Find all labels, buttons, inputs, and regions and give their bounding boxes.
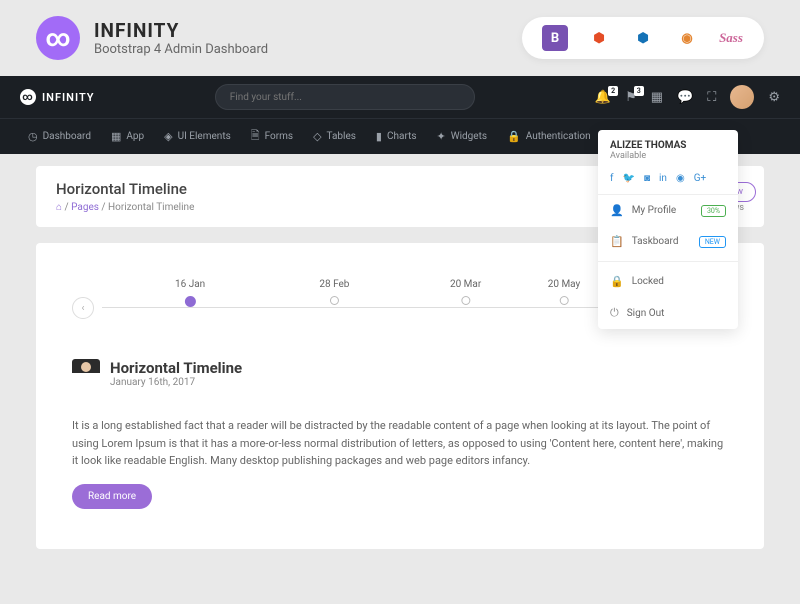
banner-subtitle: Bootstrap 4 Admin Dashboard <box>94 42 268 57</box>
twitter-icon[interactable]: 🐦 <box>622 173 634 184</box>
instagram-icon[interactable]: ◙ <box>644 173 650 184</box>
grid-icon[interactable]: ▦ <box>651 90 663 105</box>
tech-pills: B ⬢ ⬢ ◉ Sass <box>522 17 764 59</box>
sass-icon: Sass <box>718 25 744 51</box>
lock-icon: 🔒 <box>610 275 624 288</box>
event-title: Horizontal Timeline <box>110 359 242 377</box>
grunt-icon: ◉ <box>674 25 700 51</box>
app-icon: ▦ <box>111 130 121 143</box>
read-more-button[interactable]: Read more <box>72 484 152 509</box>
banner-title: INFINITY <box>94 19 268 42</box>
top-banner: ∞ INFINITY Bootstrap 4 Admin Dashboard B… <box>0 0 800 76</box>
timeline-prev-button[interactable]: ‹ <box>72 297 94 319</box>
star-icon: ✦ <box>437 130 446 143</box>
css3-icon: ⬢ <box>630 25 656 51</box>
tag-icon: ◇ <box>313 130 321 143</box>
file-icon: 🗎 <box>251 127 260 146</box>
timeline-point[interactable]: 16 Jan <box>175 279 205 307</box>
bootstrap-icon: B <box>542 25 568 51</box>
power-icon: ⏻ <box>610 306 619 320</box>
dropdown-social: f 🐦 ◙ in ◉ G+ <box>598 167 738 195</box>
navbar: ∞ INFINITY 🔔2 ⚑3 ▦ 💬 ⛶ ⚙ <box>0 76 800 118</box>
infinity-icon: ∞ <box>20 89 36 105</box>
profile-badge: 30% <box>701 205 726 217</box>
gauge-icon: ◷ <box>28 130 38 143</box>
chart-icon: ▮ <box>376 130 382 143</box>
menu-ui[interactable]: ◈UI Elements <box>156 130 239 143</box>
logo-icon: ∞ <box>36 16 80 60</box>
flag-icon[interactable]: ⚑3 <box>625 90 637 105</box>
page-title: Horizontal Timeline <box>56 180 194 198</box>
dropdown-signout[interactable]: ⏻Sign Out <box>598 297 738 329</box>
dribbble-icon[interactable]: ◉ <box>676 173 685 184</box>
menu-charts[interactable]: ▮Charts <box>368 130 425 143</box>
event-date: January 16th, 2017 <box>110 377 242 388</box>
menu-forms[interactable]: 🗎Forms <box>243 127 301 146</box>
lock-icon: 🔒 <box>507 130 521 143</box>
dropdown-taskboard[interactable]: 📋Taskboard NEW <box>598 226 738 257</box>
facebook-icon[interactable]: f <box>610 173 613 184</box>
dropdown-status: Available <box>610 151 726 161</box>
user-icon: 👤 <box>610 204 624 217</box>
settings-icon[interactable]: ⚙ <box>768 90 780 105</box>
timeline-point[interactable]: 20 Mar <box>450 279 481 305</box>
crumb-current: Horizontal Timeline <box>108 202 194 213</box>
home-icon[interactable]: ⌂ <box>56 202 62 213</box>
layers-icon: ◈ <box>164 130 172 143</box>
dropdown-locked[interactable]: 🔒Locked <box>598 266 738 297</box>
breadcrumb: ⌂ / Pages / Horizontal Timeline <box>56 202 194 213</box>
dropdown-username: ALIZEE THOMAS <box>610 140 726 151</box>
menu-app[interactable]: ▦App <box>103 130 152 143</box>
nav-icons: 🔔2 ⚑3 ▦ 💬 ⛶ ⚙ <box>595 85 780 109</box>
taskboard-badge: NEW <box>699 236 726 248</box>
user-dropdown: ALIZEE THOMAS Available f 🐦 ◙ in ◉ G+ 👤M… <box>598 130 738 329</box>
event-body: It is a long established fact that a rea… <box>72 417 728 470</box>
menu-tables[interactable]: ◇Tables <box>305 130 364 143</box>
search-input[interactable] <box>215 84 475 110</box>
timeline-point[interactable]: 28 Feb <box>319 279 349 305</box>
crumb-pages[interactable]: Pages <box>71 202 99 213</box>
banner-left: ∞ INFINITY Bootstrap 4 Admin Dashboard <box>36 16 268 60</box>
menu-dashboard[interactable]: ◷Dashboard <box>20 130 99 143</box>
html5-icon: ⬢ <box>586 25 612 51</box>
bell-icon[interactable]: 🔔2 <box>595 90 611 105</box>
menu-auth[interactable]: 🔒Authentication <box>499 130 599 143</box>
event-avatar <box>72 359 100 405</box>
avatar[interactable] <box>730 85 754 109</box>
chat-icon[interactable]: 💬 <box>677 90 693 105</box>
linkedin-icon[interactable]: in <box>659 173 667 184</box>
menu-widgets[interactable]: ✦Widgets <box>429 130 496 143</box>
timeline-event: Horizontal Timeline January 16th, 2017 <box>72 359 728 405</box>
timeline-point[interactable]: 20 May <box>548 279 581 305</box>
gplus-icon[interactable]: G+ <box>694 173 707 184</box>
fullscreen-icon[interactable]: ⛶ <box>707 90 716 105</box>
nav-brand[interactable]: ∞ INFINITY <box>20 89 95 105</box>
clipboard-icon: 📋 <box>610 235 624 248</box>
dropdown-profile[interactable]: 👤My Profile 30% <box>598 195 738 226</box>
